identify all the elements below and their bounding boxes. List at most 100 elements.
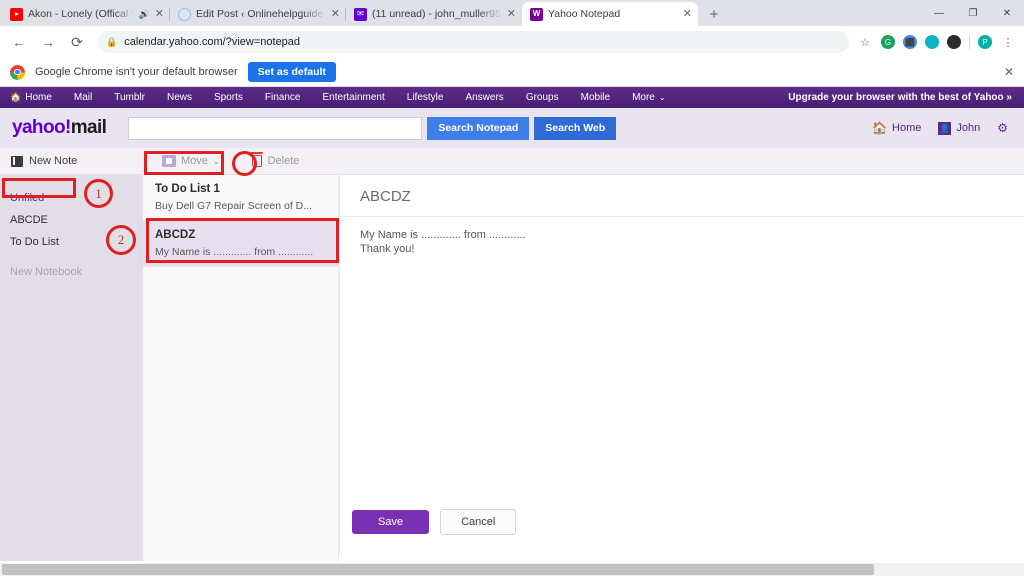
horizontal-scrollbar-thumb[interactable] xyxy=(2,564,874,575)
dark-extension-icon[interactable] xyxy=(947,35,961,49)
forward-icon[interactable]: → xyxy=(35,29,61,55)
url-text: calendar.yahoo.com/?view=notepad xyxy=(124,36,301,48)
search-web-button[interactable]: Search Web xyxy=(534,116,617,140)
yahoo-mail-icon xyxy=(354,7,367,21)
close-icon[interactable]: ✕ xyxy=(683,8,692,20)
ynav-item-finance[interactable]: Finance xyxy=(254,92,312,103)
ynav-label: More xyxy=(632,92,655,103)
note-title: ABCDZ xyxy=(155,229,196,241)
minimize-button[interactable]: — xyxy=(922,0,956,26)
logo-mail-text: mail xyxy=(70,117,107,138)
ynav-item-tumblr[interactable]: Tumblr xyxy=(103,92,156,103)
search-input[interactable] xyxy=(128,116,423,140)
lock-icon: 🔒 xyxy=(106,36,118,47)
default-browser-infobar: Google Chrome isn't your default browser… xyxy=(0,58,1024,87)
home-label: Home xyxy=(892,122,922,134)
yahoo-mail-header: yahoo!mail Search Notepad Search Web 🏠 H… xyxy=(0,108,1024,148)
chevron-down-icon: ⌄ xyxy=(212,156,220,166)
ynav-item-home[interactable]: 🏠 Home xyxy=(10,92,63,103)
yahoo-global-nav: 🏠 Home Mail Tumblr News Sports Finance E… xyxy=(0,87,1024,108)
ynav-item-entertainment[interactable]: Entertainment xyxy=(312,92,396,103)
infobar-message: Google Chrome isn't your default browser xyxy=(35,66,238,78)
list-item[interactable]: To Do List 1 Buy Dell G7 Repair Screen o… xyxy=(143,175,338,221)
save-button[interactable]: Save xyxy=(352,510,430,534)
maximize-button[interactable]: ❐ xyxy=(956,0,990,26)
header-user-link[interactable]: 👤 John xyxy=(938,121,980,135)
tab-title: Edit Post ‹ Onlinehelpguide — W... xyxy=(196,8,326,20)
browser-tab-wordpress[interactable]: Edit Post ‹ Onlinehelpguide — W... ✕ xyxy=(169,2,346,26)
close-icon[interactable]: ✕ xyxy=(1004,65,1014,79)
yahoo-notepad-icon xyxy=(530,7,543,21)
editor-footer: Save Cancel xyxy=(340,499,1024,545)
reload-icon[interactable]: ⟳ xyxy=(64,29,90,55)
horizontal-scrollbar-track[interactable] xyxy=(0,563,1024,576)
note-title: To Do List 1 xyxy=(155,183,220,195)
settings-button[interactable]: ⚙ xyxy=(997,121,1008,135)
browser-tab-yahoo-notepad[interactable]: Yahoo Notepad ✕ xyxy=(522,2,698,26)
new-notebook-button[interactable]: New Notebook xyxy=(0,261,143,283)
sidebar-item-to-do-list[interactable]: To Do List xyxy=(0,231,143,253)
new-note-button[interactable]: New Note xyxy=(0,155,143,167)
ynav-item-more[interactable]: More ⌄ xyxy=(621,92,677,103)
profile-avatar-icon[interactable]: P xyxy=(978,35,992,49)
trash-icon xyxy=(250,152,264,167)
new-note-icon xyxy=(11,155,23,167)
new-note-label: New Note xyxy=(29,155,78,167)
logo-yahoo-text: yahoo xyxy=(12,117,66,138)
header-home-link[interactable]: 🏠 Home xyxy=(872,121,921,135)
note-body-line: Thank you! xyxy=(360,243,415,256)
wordpress-icon xyxy=(178,7,191,21)
ynav-item-news[interactable]: News xyxy=(156,92,203,103)
move-label: Move xyxy=(181,155,208,167)
delete-button[interactable]: Delete xyxy=(250,152,299,167)
close-icon[interactable]: ✕ xyxy=(507,8,516,20)
back-icon[interactable]: ← xyxy=(6,29,32,55)
note-snippet: Buy Dell G7 Repair Screen of D... xyxy=(155,200,312,212)
window-controls: — ❐ ✕ xyxy=(922,0,1024,26)
sidebar-item-unfiled[interactable]: Unfiled xyxy=(0,187,143,209)
ynav-item-groups[interactable]: Groups xyxy=(515,92,570,103)
ynav-item-sports[interactable]: Sports xyxy=(203,92,254,103)
notebooks-sidebar: Unfiled ABCDE To Do List New Notebook xyxy=(0,175,143,555)
close-icon[interactable]: ✕ xyxy=(155,8,164,20)
editor-footer-area: Save Cancel xyxy=(340,499,1024,561)
cancel-button[interactable]: Cancel xyxy=(440,509,517,535)
upgrade-browser-link[interactable]: Upgrade your browser with the best of Ya… xyxy=(788,92,1024,103)
home-icon: 🏠 xyxy=(10,92,22,102)
window-close-button[interactable]: ✕ xyxy=(990,0,1024,26)
note-editor-title[interactable]: ABCDZ xyxy=(340,175,1024,217)
close-icon[interactable]: ✕ xyxy=(331,8,340,20)
ocean-extension-icon[interactable] xyxy=(925,35,939,49)
ynav-item-answers[interactable]: Answers xyxy=(454,92,514,103)
home-icon: 🏠 xyxy=(872,121,888,135)
ynav-item-mail[interactable]: Mail xyxy=(63,92,103,103)
sidebar-item-abcde[interactable]: ABCDE xyxy=(0,209,143,231)
tab-strip: Akon - Lonely (Offical Video... 🔊 ✕ Edit… xyxy=(0,0,1024,26)
ynav-item-mobile[interactable]: Mobile xyxy=(570,92,621,103)
tab-title: Akon - Lonely (Offical Video... xyxy=(28,8,134,20)
youtube-icon xyxy=(10,7,23,21)
chrome-menu-icon[interactable]: ⋮ xyxy=(1000,34,1016,50)
bookmark-star-icon[interactable]: ☆ xyxy=(857,34,873,50)
speaker-icon[interactable]: 🔊 xyxy=(139,9,150,20)
new-tab-button[interactable]: + xyxy=(702,2,726,26)
page-content: 🏠 Home Mail Tumblr News Sports Finance E… xyxy=(0,87,1024,576)
move-button[interactable]: Move ⌄ xyxy=(152,155,230,167)
browser-tab-youtube[interactable]: Akon - Lonely (Offical Video... 🔊 ✕ xyxy=(2,2,170,26)
toolbar-icons: ☆ G ⬛ P ⋮ xyxy=(857,34,1018,50)
list-item[interactable]: ABCDZ My Name is ............. from ....… xyxy=(143,221,338,267)
extension-icon[interactable]: ⬛ xyxy=(903,35,917,49)
folder-move-icon xyxy=(162,155,176,167)
search-notepad-button[interactable]: Search Notepad xyxy=(427,116,530,140)
grammarly-extension-icon[interactable]: G xyxy=(881,35,895,49)
chrome-logo-icon xyxy=(10,64,25,80)
chrome-browser-window: Akon - Lonely (Offical Video... 🔊 ✕ Edit… xyxy=(0,0,1024,576)
sidebar-bottom-filler xyxy=(0,537,143,561)
address-bar[interactable]: 🔒 calendar.yahoo.com/?view=notepad xyxy=(98,31,849,53)
set-as-default-button[interactable]: Set as default xyxy=(247,62,336,82)
ynav-item-lifestyle[interactable]: Lifestyle xyxy=(396,92,455,103)
yahoo-mail-logo[interactable]: yahoo!mail xyxy=(12,117,107,139)
ynav-label: Home xyxy=(25,92,52,103)
browser-tab-yahoo-mail[interactable]: (11 unread) - john_muller95@ya... ✕ xyxy=(345,2,522,26)
chevron-down-icon: ⌄ xyxy=(658,93,666,102)
